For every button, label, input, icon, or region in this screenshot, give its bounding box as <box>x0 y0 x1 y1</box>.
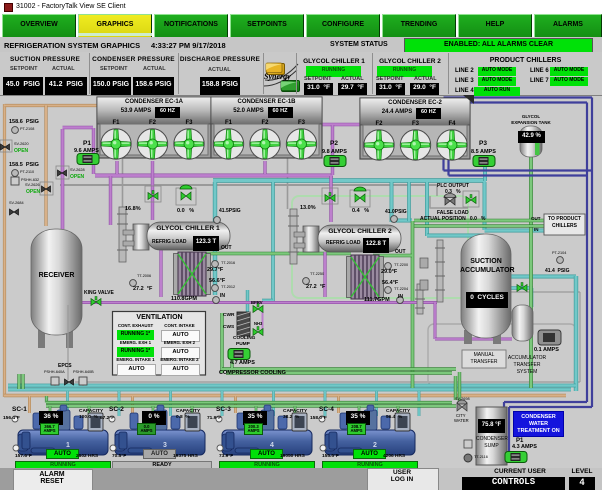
svg-text:3: 3 <box>163 442 167 449</box>
svg-text:4: 4 <box>270 442 274 449</box>
svg-text:1: 1 <box>66 442 70 449</box>
svg-text:2: 2 <box>373 442 377 449</box>
